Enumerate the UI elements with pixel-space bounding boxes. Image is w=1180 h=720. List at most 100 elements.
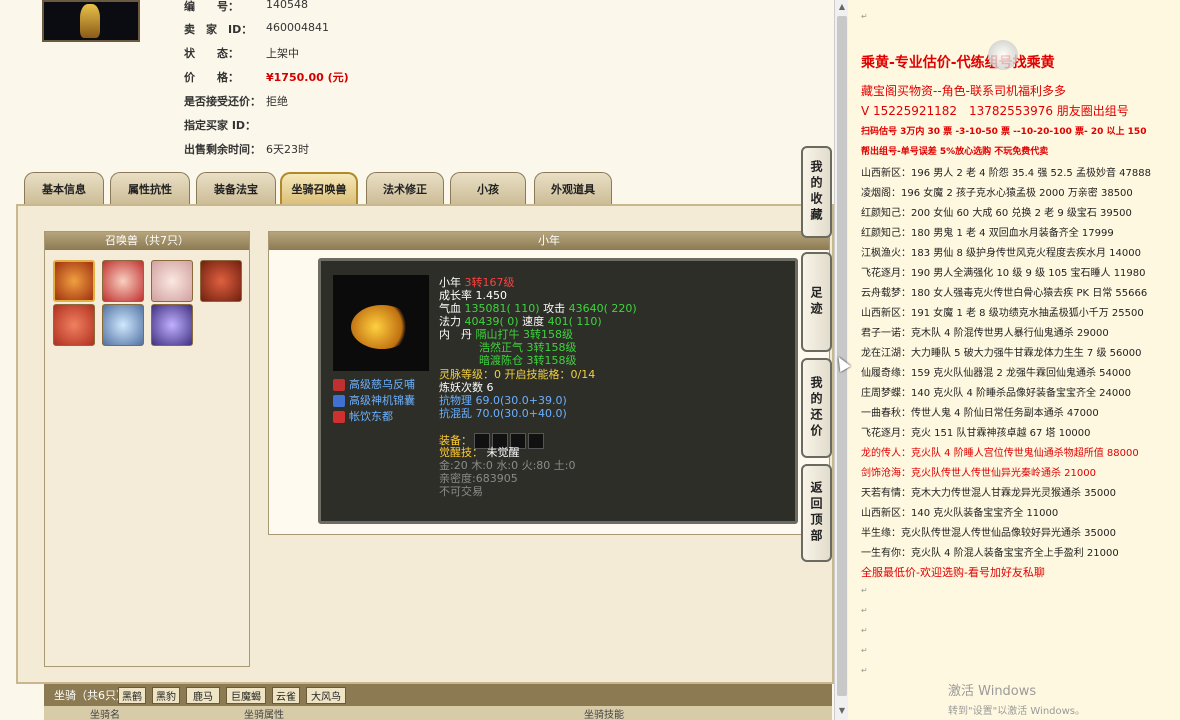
pet-intimacy: 亲密度:683905 <box>439 472 518 485</box>
pet-detail-title: 小年 <box>269 232 829 250</box>
pet-demon-icon[interactable] <box>200 260 242 302</box>
listing-entry: 红颜知己：200 女仙 60 大成 60 兑换 2 老 9 级宝石 39500 <box>861 208 1132 219</box>
mount-col-attr: 坐骑属性 <box>244 710 284 720</box>
paragraph-mark-icon: ↵ <box>861 586 868 595</box>
counter-offer-value: 拒绝 <box>266 95 288 108</box>
listing-entry: 龙在江湖：大力睡队 5 破大力强牛甘霖龙体力生生 7 级 56000 <box>861 348 1142 359</box>
ad-text-panel: ↵ 乘黄-专业估价-代练组号找乘黄 藏宝阁买物资--角色-联系司机福利多多 V … <box>848 0 1180 720</box>
paragraph-mark-icon: ↵ <box>861 606 868 615</box>
skill-icon <box>333 411 345 423</box>
paragraph-mark-icon: ↵ <box>861 626 868 635</box>
remaining-time-value: 6天23时 <box>266 143 309 156</box>
seller-row: 卖 家 ID： 460004841 <box>184 21 329 37</box>
listing-page: 编 号： 140548 卖 家 ID： 460004841 状 态： 上架中 价… <box>0 0 834 720</box>
my-favorites-button[interactable]: 我的收藏 <box>801 146 832 238</box>
windows-activation-watermark: 激活 Windows <box>948 684 1037 699</box>
pet-lion-icon[interactable] <box>53 260 95 302</box>
listing-entry: 飞花逐月：克火 151 队甘霖神孩卓越 67 塔 10000 <box>861 428 1091 439</box>
pet-hp-atk: 气血 135081( 110) 攻击 43640( 220) <box>439 302 637 315</box>
listing-entry: 半生缘：克火队传世混人传世仙品像较好异光通杀 35000 <box>861 528 1116 539</box>
listing-entry: 山西新区：196 男人 2 老 4 阶怨 35.4 强 52.5 孟极妙音 47… <box>861 168 1151 179</box>
pet-inner-pill-1: 内 丹 隔山打牛 3转158级 <box>439 328 573 341</box>
pet-resist-chaos: 抗混乱 70.0(30.0+40.0) <box>439 407 567 420</box>
price-label: 价 格： <box>184 71 239 84</box>
listing-entry: 庄周梦蝶：140 克火队 4 阶睡杀品像好装备宝宝齐全 24000 <box>861 388 1131 399</box>
paragraph-mark-icon: ↵ <box>861 12 868 21</box>
mount-tab-6[interactable]: 大风鸟 <box>306 687 346 704</box>
remaining-time-row: 出售剩余时间： 6天23时 <box>184 141 309 157</box>
back-to-top-button[interactable]: 返回顶部 <box>801 464 832 562</box>
counter-offer-label: 是否接受还价： <box>184 95 261 108</box>
seller-label: 卖 家 ID： <box>184 23 253 36</box>
pet-portrait <box>333 275 429 371</box>
mount-tab-4[interactable]: 巨魔蝎 <box>226 687 266 704</box>
scroll-up-icon[interactable]: ▲ <box>837 2 847 12</box>
ad-line-2: V 15225921182 13782553976 朋友圈出组号 <box>861 104 1129 118</box>
my-offers-button[interactable]: 我的还价 <box>801 358 832 458</box>
pet-baby-icon[interactable] <box>151 260 193 302</box>
pet-ice-icon[interactable] <box>102 304 144 346</box>
mount-tab-1[interactable]: 黑鹤 <box>118 687 146 704</box>
pet-elements: 金:20 木:0 水:0 火:80 土:0 <box>439 459 576 472</box>
listing-entry: 飞花逐月：190 男人全满强化 10 级 9 级 105 宝石睡人 11980 <box>861 268 1146 279</box>
tab-basic-info[interactable]: 基本信息 <box>24 172 104 204</box>
tab-attributes[interactable]: 属性抗性 <box>110 172 190 204</box>
skill-icon <box>333 379 345 391</box>
pet-growth: 成长率 1.450 <box>439 289 507 302</box>
pet-spirit-icon[interactable] <box>151 304 193 346</box>
character-avatar <box>42 0 140 42</box>
ad-line-1: 藏宝阁买物资--角色-联系司机福利多多 <box>861 84 1066 98</box>
mount-tab-3[interactable]: 鹿马 <box>186 687 220 704</box>
pet-refine-count: 炼妖次数 6 <box>439 381 494 394</box>
status-row: 状 态： 上架中 <box>184 45 299 61</box>
status-value: 上架中 <box>266 47 299 60</box>
equip-slot-icon <box>528 433 544 449</box>
mount-col-skill: 坐骑技能 <box>584 710 624 720</box>
pet-awakening: 觉醒技： 未觉醒 <box>439 446 520 459</box>
pet-mp-spd: 法力 40439( 0) 速度 401( 110) <box>439 315 602 328</box>
listing-entry: 云舟载梦：180 女人强毒克火传世白骨心猿去疾 PK 日常 55666 <box>861 288 1148 299</box>
pet-spirit-vein: 灵脉等级：0 开启技能格：0/14 <box>439 368 596 381</box>
tab-spell-correction[interactable]: 法术修正 <box>366 172 444 204</box>
listing-entry-highlight: 龙的传人：克火队 4 阶睡人宫位传世鬼仙通杀物超所值 88000 <box>861 448 1139 459</box>
counter-offer-row: 是否接受还价： 拒绝 <box>184 93 288 109</box>
pet-skill-1: 高级慈乌反哺 <box>333 379 415 391</box>
tab-equipment[interactable]: 装备法宝 <box>196 172 276 204</box>
ad-line-3: 扫码估号 3万内 30 票 -3-10-50 票 --10-20-100 票- … <box>861 127 1147 137</box>
listing-entry: 仙履奇缘：159 克火队仙器混 2 龙强牛霖回仙鬼通杀 54000 <box>861 368 1131 379</box>
listing-id-value: 140548 <box>266 0 308 11</box>
paragraph-mark-icon: ↵ <box>861 666 868 675</box>
windows-activation-hint: 转到"设置"以激活 Windows。 <box>948 706 1086 717</box>
mount-col-name: 坐骑名 <box>90 710 120 720</box>
pet-trade-status: 不可交易 <box>439 485 483 498</box>
skill-icon <box>333 395 345 407</box>
pet-level: 3转167级 <box>464 276 515 289</box>
paragraph-mark-icon: ↵ <box>861 646 868 655</box>
mount-tab-5[interactable]: 云雀 <box>272 687 300 704</box>
listing-entry: 江枫渔火：183 男仙 8 级护身传世风克火程度去疾水月 14000 <box>861 248 1141 259</box>
mount-tab-2[interactable]: 黑豹 <box>152 687 180 704</box>
tab-child[interactable]: 小孩 <box>450 172 526 204</box>
pet-skill-3: 帐饮东都 <box>333 411 393 423</box>
seller-value: 460004841 <box>266 21 329 34</box>
price-value: ¥1750.00 (元) <box>266 71 349 84</box>
remaining-time-label: 出售剩余时间： <box>184 143 261 156</box>
pet-tooltip: 小年 3转167级 成长率 1.450 气血 135081( 110) 攻击 4… <box>318 258 798 524</box>
ad-title: 乘黄-专业估价-代练组号找乘黄 <box>861 55 1055 71</box>
ad-footer: 全服最低价-欢迎选购-看号加好友私聊 <box>861 566 1045 579</box>
pet-name: 小年 3转167级 <box>439 276 515 289</box>
listing-id-label: 编 号： <box>184 0 239 13</box>
footprint-button[interactable]: 足迹 <box>801 252 832 352</box>
pet-dragon-icon[interactable] <box>53 304 95 346</box>
mount-section-title: 坐骑（共6只） <box>54 689 127 702</box>
status-label: 状 态： <box>184 47 239 60</box>
listing-entry-highlight: 剑饰沧海：克火队传世人传世仙异光秦岭通杀 21000 <box>861 468 1096 479</box>
scroll-down-icon[interactable]: ▼ <box>837 706 847 716</box>
mount-table-header: 坐骑名 坐骑属性 坐骑技能 <box>44 706 832 720</box>
tab-appearance[interactable]: 外观道具 <box>534 172 612 204</box>
pet-girl-icon[interactable] <box>102 260 144 302</box>
tab-mounts-pets[interactable]: 坐骑召唤兽 <box>280 172 358 204</box>
ad-line-4: 帮出组号-单号误差 5%放心选购 不玩免费代卖 <box>861 147 1049 157</box>
pet-resist-physical: 抗物理 69.0(30.0+39.0) <box>439 394 567 407</box>
listing-entry: 君子一诺：克木队 4 阶混传世男人暴行仙鬼通杀 29000 <box>861 328 1109 339</box>
